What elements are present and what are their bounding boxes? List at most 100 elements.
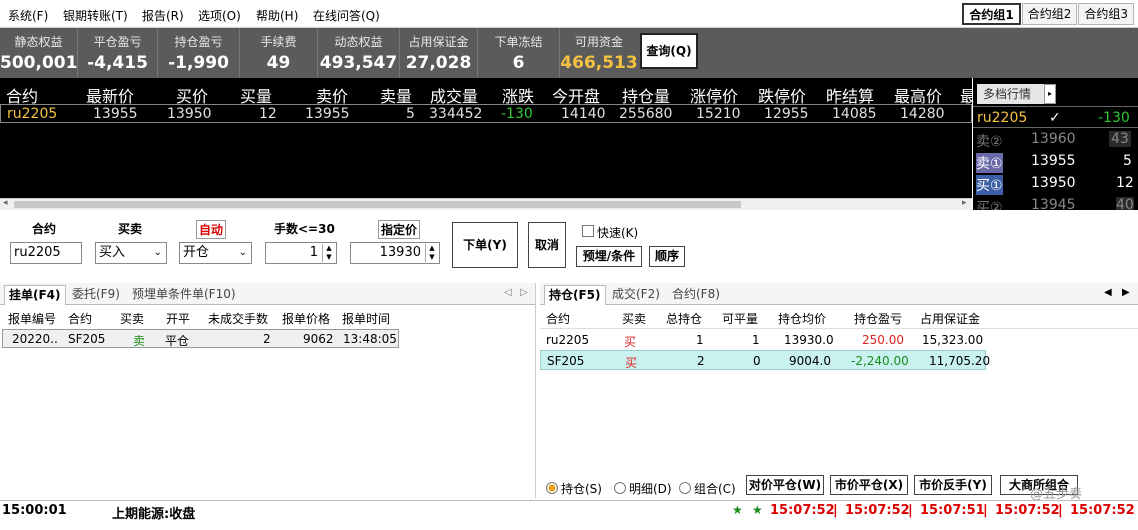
cell: SF205	[68, 332, 106, 346]
label: 静态权益	[14, 35, 63, 49]
menu-system[interactable]: 系统(F)	[8, 7, 48, 24]
side: 卖①	[976, 153, 1003, 173]
tab-preset-orders[interactable]: 预埋单条件单(F10)	[128, 285, 240, 305]
menu-bank-transfer[interactable]: 银期转账(T)	[63, 7, 128, 24]
cell: 买	[625, 356, 638, 370]
panel-close-icon[interactable]: ▸	[1044, 84, 1056, 104]
cancel-button[interactable]: 取消	[528, 222, 566, 268]
col-header[interactable]: 合约	[546, 310, 570, 328]
cell: 13930.0	[784, 333, 834, 347]
auto-button[interactable]: 自动	[196, 220, 227, 239]
scroll-thumb[interactable]	[14, 201, 741, 208]
side: 买②	[976, 200, 1003, 210]
depth-row-bid2[interactable]: 买② 13945 40	[973, 194, 1138, 210]
counter-price-close-button[interactable]: 对价平仓(W)	[746, 475, 824, 495]
col-header[interactable]: 合约	[68, 310, 92, 328]
scroll-left-icon[interactable]: ◂	[3, 198, 8, 208]
value: 466,513	[560, 53, 638, 73]
account-available: 可用资金 466,513	[560, 28, 638, 78]
col-header[interactable]: 未成交手数	[208, 310, 268, 328]
price-value: 13930	[379, 245, 421, 260]
status-bar: 15:00:01 上期能源:收盘 ★ ★ 15:07:52 | 15:07:52…	[0, 500, 1138, 530]
tab-group-3[interactable]: 合约组3	[1078, 3, 1134, 25]
radio-positions[interactable]	[546, 482, 558, 494]
chevron-down-icon: ⌄	[238, 247, 247, 258]
depth-row-bid1[interactable]: 买① 13950 12	[973, 172, 1138, 195]
tab-trades[interactable]: 成交(F2)	[608, 285, 664, 305]
chevron-down-icon: ⌄	[153, 247, 162, 258]
cell: -130	[501, 106, 533, 122]
col-header[interactable]: 可平量	[722, 310, 758, 328]
col-header[interactable]: 买卖	[622, 310, 646, 328]
market-reverse-button[interactable]: 市价反手(Y)	[914, 475, 992, 495]
table-row[interactable]: ru2205 买 1 1 13930.0 250.00 15,323.00	[540, 330, 986, 350]
col-header[interactable]: 报单价格	[282, 310, 330, 328]
offset-value: 开仓	[183, 245, 210, 260]
contract-label: 合约	[32, 222, 57, 236]
price-label[interactable]: 指定价	[378, 220, 421, 239]
depth-row-ask2[interactable]: 卖② 13960 43	[973, 128, 1138, 150]
col-header[interactable]: 报单编号	[8, 310, 56, 328]
col-header[interactable]: 总持仓	[666, 310, 702, 328]
market-close-button[interactable]: 市价平仓(X)	[830, 475, 908, 495]
cell: 13:48:05	[343, 332, 397, 346]
offset-select[interactable]: 开仓 ⌄	[179, 242, 252, 264]
cell: 250.00	[862, 333, 904, 347]
qty-value: 1	[309, 245, 318, 260]
tab-scroll-left-icon[interactable]: ◀	[1104, 287, 1112, 298]
col-header[interactable]: 报单时间	[342, 310, 390, 328]
spin-arrows-icon[interactable]: ▲ ▼	[425, 244, 438, 262]
left-tabs: 挂单(F4) 委托(F9) 预埋单条件单(F10) ◁ ▷	[0, 283, 535, 305]
table-row-selected[interactable]: SF205 买 2 0 9004.0 -2,240.00 11,705.20	[540, 350, 990, 370]
contract-input[interactable]: ru2205	[10, 242, 82, 264]
market-horizontal-scrollbar[interactable]: ◂ ▸	[0, 198, 972, 210]
tab-scroll-left-icon[interactable]: ◁	[504, 287, 512, 298]
tab-pending[interactable]: 挂单(F4)	[4, 285, 66, 305]
radio-details[interactable]	[614, 482, 626, 494]
col-header[interactable]: 开平	[166, 310, 190, 328]
qty: 12	[1116, 175, 1134, 191]
cell: 2	[263, 332, 271, 346]
sequence-button[interactable]: 顺序	[649, 246, 685, 267]
cell: 11,705.20	[929, 354, 991, 368]
tab-group-2[interactable]: 合约组2	[1021, 3, 1078, 25]
side-label: 买卖	[118, 222, 143, 236]
price-stepper[interactable]: 13930 ▲ ▼	[350, 242, 440, 264]
menu-help[interactable]: 帮助(H)	[256, 7, 298, 24]
side-select[interactable]: 买入 ⌄	[95, 242, 167, 264]
scroll-right-icon[interactable]: ▸	[962, 198, 967, 208]
market-row[interactable]: ru2205 13955 13950 12 13955 5 334452 -13…	[0, 104, 972, 123]
cell: 13950	[167, 106, 212, 122]
preset-condition-button[interactable]: 预埋/条件	[576, 246, 642, 267]
label: 占用保证金	[408, 35, 469, 49]
server-clock: 15:07:52	[1070, 503, 1135, 518]
qty-stepper[interactable]: 1 ▲ ▼	[265, 242, 337, 264]
fast-checkbox[interactable]	[582, 225, 594, 237]
tab-scroll-right-icon[interactable]: ▷	[520, 287, 528, 298]
cell: 1	[696, 333, 704, 347]
query-button[interactable]: 查询(Q)	[640, 33, 698, 69]
submit-order-button[interactable]: 下单(Y)	[452, 222, 518, 268]
tab-orders[interactable]: 委托(F9)	[68, 285, 124, 305]
header-divider	[540, 328, 1138, 329]
spin-arrows-icon[interactable]: ▲ ▼	[322, 244, 335, 262]
cell: 卖	[133, 334, 146, 348]
market-quote-table: 合约 最新价 买价 买量 卖价 卖量 成交量 涨跌 今开盘 持仓量 涨停价 跌停…	[0, 78, 976, 198]
table-row[interactable]: 20220.. SF205 卖 平仓 2 9062 13:48:05	[2, 329, 399, 348]
col-header[interactable]: 持仓均价	[778, 310, 826, 328]
account-position-pnl: 持仓盈亏 -1,990	[158, 28, 240, 78]
tab-scroll-right-icon[interactable]: ▶	[1122, 287, 1130, 298]
label: 手续费	[260, 35, 297, 49]
depth-row-ask1[interactable]: 卖① 13955 5	[973, 150, 1138, 173]
tab-positions[interactable]: 持仓(F5)	[544, 285, 606, 305]
menu-online-qa[interactable]: 在线问答(Q)	[313, 7, 380, 24]
col-header[interactable]: 买卖	[120, 310, 144, 328]
tab-contracts[interactable]: 合约(F8)	[668, 285, 724, 305]
col-header[interactable]: 持仓盈亏	[854, 310, 902, 328]
account-frozen: 下单冻结 6	[478, 28, 560, 78]
col-header[interactable]: 占用保证金	[920, 310, 980, 328]
menu-options[interactable]: 选项(O)	[198, 7, 241, 24]
tab-group-1[interactable]: 合约组1	[962, 3, 1021, 25]
menu-report[interactable]: 报告(R)	[142, 7, 184, 24]
radio-combo[interactable]	[679, 482, 691, 494]
